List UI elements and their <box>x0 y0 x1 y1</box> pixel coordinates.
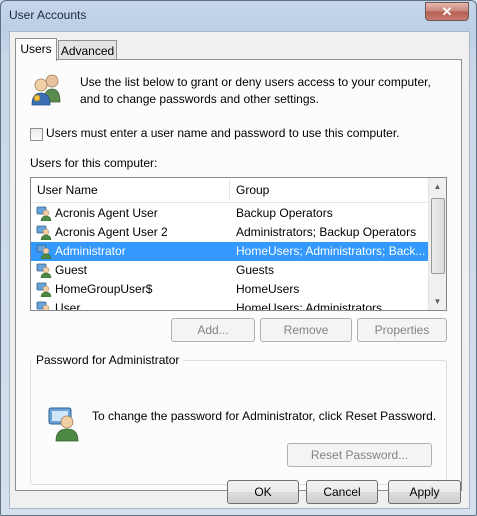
intro-text: Use the list below to grant or deny user… <box>80 75 431 106</box>
tab-advanced[interactable]: Advanced <box>58 40 117 61</box>
ok-button[interactable]: OK <box>227 480 299 504</box>
scroll-down-arrow-icon[interactable]: ▼ <box>429 293 446 310</box>
user-group-cell: HomeUsers <box>236 282 300 296</box>
user-list-row[interactable]: Acronis Agent User Backup Operators <box>31 204 429 223</box>
user-list-row[interactable]: Acronis Agent User 2 Administrators; Back… <box>31 223 429 242</box>
user-name-cell: Acronis Agent User <box>55 206 158 220</box>
user-list-row[interactable]: Guest Guests <box>31 261 429 280</box>
add-button[interactable]: Add... <box>171 318 255 342</box>
scroll-up-arrow-icon[interactable]: ▲ <box>429 178 446 195</box>
user-accounts-window: User Accounts ✕ Users Advanced Use the l… <box>0 0 477 516</box>
admin-user-icon <box>48 407 79 442</box>
password-group-title: Password for Administrator <box>32 353 184 367</box>
user-name-cell: Guest <box>55 263 88 277</box>
user-icon <box>36 244 52 259</box>
user-group-cell: Backup Operators <box>236 206 333 220</box>
user-icon <box>36 225 52 240</box>
require-password-checkbox[interactable] <box>30 128 43 141</box>
vertical-scrollbar[interactable]: ▲ ▼ <box>428 178 446 310</box>
users-list-label: Users for this computer: <box>30 156 158 170</box>
user-list-row[interactable]: Administrator HomeUsers; Administrators; … <box>31 242 429 261</box>
scrollbar-thumb[interactable] <box>431 198 445 274</box>
user-icon <box>36 301 50 310</box>
window-title: User Accounts <box>9 8 87 22</box>
close-button[interactable]: ✕ <box>425 2 469 21</box>
column-header-user-name[interactable]: User Name <box>31 178 229 202</box>
user-group-cell: Administrators; Backup Operators <box>236 225 417 239</box>
user-icon <box>36 206 52 221</box>
cancel-button[interactable]: Cancel <box>306 480 378 504</box>
user-name-cell: HomeGroupUser$ <box>55 282 153 296</box>
user-name-cell: User <box>55 301 81 311</box>
user-name-cell: Administrator <box>55 244 126 258</box>
list-header: User Name Group <box>31 178 429 203</box>
user-icon <box>36 263 52 278</box>
require-password-label: Users must enter a user name and passwor… <box>46 126 400 140</box>
user-group-cell: Guests <box>236 263 275 277</box>
users-icon <box>31 74 61 106</box>
dialog-client: Users Advanced Use the list below to gra… <box>9 31 470 509</box>
column-header-group[interactable]: Group <box>230 178 428 202</box>
tab-users[interactable]: Users <box>15 38 57 61</box>
user-list-row[interactable]: User HomeUsers; Administrators <box>31 299 429 311</box>
user-name-cell: Acronis Agent User 2 <box>55 225 168 239</box>
user-group-cell: HomeUsers; Administrators; Back... <box>236 244 426 258</box>
user-list-row[interactable]: HomeGroupUser$ HomeUsers <box>31 280 429 299</box>
properties-button[interactable]: Properties <box>357 318 447 342</box>
reset-password-button[interactable]: Reset Password... <box>287 443 432 467</box>
user-group-cell: HomeUsers; Administrators <box>236 301 383 311</box>
title-bar[interactable]: User Accounts ✕ <box>1 1 476 31</box>
users-list[interactable]: User Name Group Acronis Agent User Backup… <box>30 177 447 311</box>
user-icon <box>36 282 52 297</box>
remove-button[interactable]: Remove <box>260 318 352 342</box>
reset-password-instructions: To change the password for Administrator… <box>92 409 437 423</box>
users-tab-panel: Use the list below to grant or deny user… <box>15 59 462 491</box>
apply-button[interactable]: Apply <box>388 480 461 504</box>
